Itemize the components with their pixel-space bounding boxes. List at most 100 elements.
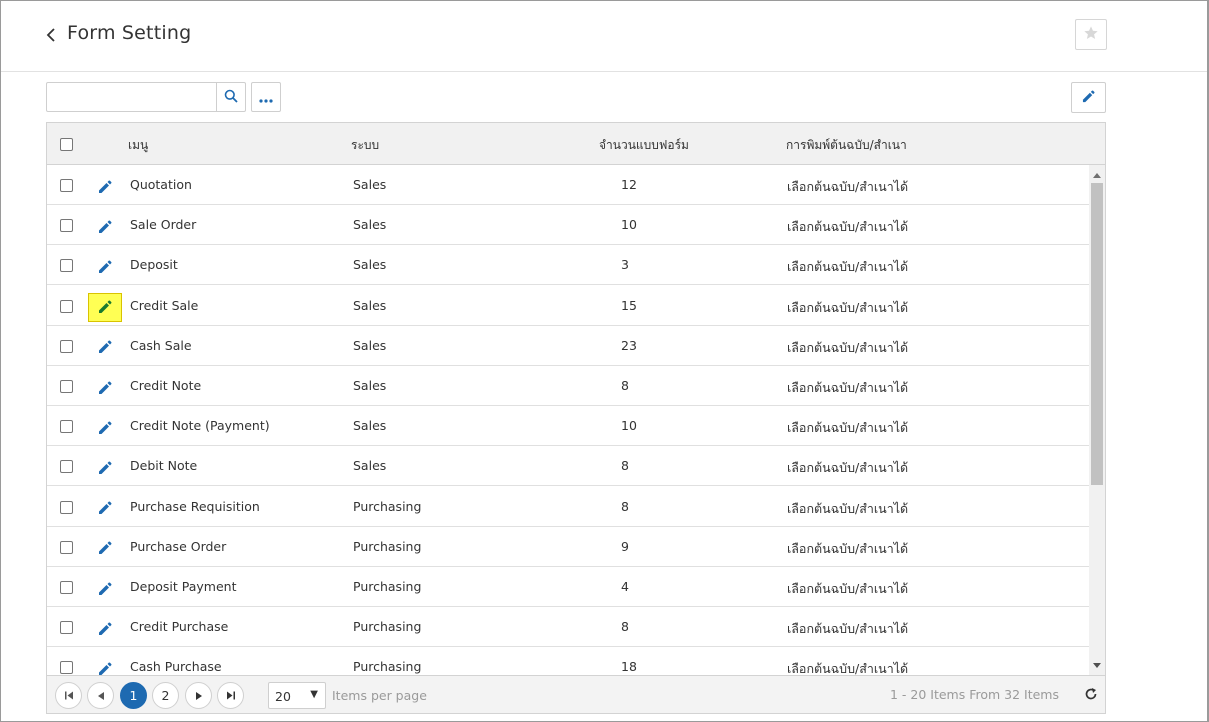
table-row[interactable]: Cash Purchase Purchasing 18 เลือกต้นฉบับ/สำ… [47,647,1089,675]
row-checkbox[interactable] [60,219,73,233]
vertical-scrollbar[interactable] [1089,165,1105,675]
cell-menu: Cash Purchase [130,659,222,675]
favorite-button[interactable] [1075,19,1107,50]
cell-menu: Deposit Payment [130,579,237,594]
row-checkbox[interactable] [60,500,73,514]
cell-system: Sales [353,337,387,353]
table-row[interactable]: Deposit Payment Purchasing 4 เลือกต้นฉบับ/ส… [47,567,1089,607]
scroll-up-arrow-icon[interactable] [1089,169,1105,181]
row-checkbox[interactable] [60,299,73,313]
page-size-select[interactable]: 20 ▼ [268,682,326,709]
row-checkbox[interactable] [60,420,73,434]
cell-system: Sales [353,458,387,474]
cell-menu: Quotation [130,177,192,192]
back-chevron-icon[interactable] [43,23,61,47]
cell-system: Purchasing [353,579,422,594]
form-settings-grid: เมนู ระบบ จำนวนแบบฟอร์ม การพิมพ์ต้นฉบับ/… [46,122,1106,714]
cell-system: Sales [353,378,387,393]
row-edit-pencil-icon[interactable] [88,494,122,523]
column-header-form-count[interactable]: จำนวนแบบฟอร์ม [599,136,689,155]
cell-print-option: เลือกต้นฉบับ/สำเนาได้ [787,540,909,556]
row-edit-pencil-icon[interactable] [88,413,122,442]
table-row[interactable]: Sale Order Sales 10 เลือกต้นฉบับ/สำเนาได้ [47,205,1089,246]
table-row[interactable]: Debit Note Sales 8 เลือกต้นฉบับ/สำเนาได้ [47,446,1089,487]
edit-button[interactable] [1071,82,1106,113]
cell-print-option: เลือกต้นฉบับ/สำเนาได้ [787,500,909,516]
column-header-print[interactable]: การพิมพ์ต้นฉบับ/สำเนา [786,136,907,155]
cell-form-count: 10 [621,418,637,434]
cell-system: Sales [353,217,387,233]
scrollbar-thumb[interactable] [1091,183,1103,485]
cell-print-option: เลือกต้นฉบับ/สำเนาได้ [787,661,909,675]
scroll-down-arrow-icon[interactable] [1089,659,1105,671]
page-2-button[interactable]: 2 [152,682,179,709]
row-checkbox[interactable] [60,581,73,594]
row-edit-pencil-icon[interactable] [88,574,122,603]
row-edit-pencil-icon[interactable] [88,172,122,201]
cell-system: Sales [353,257,387,273]
table-row[interactable]: Credit Purchase Purchasing 8 เลือกต้นฉบับ/ส… [47,607,1089,648]
search-icon [224,88,238,107]
select-all-checkbox[interactable] [60,138,73,151]
cell-system: Sales [353,297,387,313]
pagination-bar: 1 2 20 ▼ Items per page 1 - 20 Items Fro… [47,675,1105,713]
row-edit-pencil-icon[interactable] [88,333,122,362]
first-page-button[interactable] [55,682,82,709]
table-row[interactable]: Credit Sale Sales 15 เลือกต้นฉบับ/สำเนาได้ [47,286,1089,326]
row-checkbox[interactable] [60,380,73,393]
next-page-button[interactable] [185,682,212,709]
row-checkbox[interactable] [60,460,73,474]
row-edit-pencil-icon[interactable] [88,292,122,322]
cell-menu: Sale Order [130,217,197,233]
table-row[interactable]: Deposit Sales 3 เลือกต้นฉบับ/สำเนาได้ [47,245,1089,286]
row-edit-pencil-icon[interactable] [88,212,122,241]
last-page-button[interactable] [217,682,244,709]
row-edit-pencil-icon[interactable] [88,453,122,482]
table-row[interactable]: Purchase Requisition Purchasing 8 เลือกต้นฉ… [47,487,1089,527]
row-checkbox[interactable] [60,621,73,635]
cell-print-option: เลือกต้นฉบับ/สำเนาได้ [787,420,909,436]
previous-page-button[interactable] [87,682,114,709]
row-edit-pencil-icon[interactable] [88,654,122,675]
table-row[interactable]: Purchase Order Purchasing 9 เลือกต้นฉบับ/สำ… [47,527,1089,567]
column-header-system[interactable]: ระบบ [351,136,379,155]
row-checkbox[interactable] [60,259,73,273]
row-checkbox[interactable] [60,339,73,353]
page-title: Form Setting [67,22,192,44]
row-edit-pencil-icon[interactable] [88,534,122,563]
pencil-icon [1082,88,1095,107]
cell-system: Purchasing [353,619,422,635]
more-options-button[interactable] [251,82,281,112]
cell-menu: Deposit [130,257,178,273]
cell-menu: Purchase Requisition [130,498,260,514]
search-box [46,82,246,112]
cell-print-option: เลือกต้นฉบับ/สำเนาได้ [787,581,909,596]
search-button[interactable] [216,83,245,111]
cell-menu: Credit Purchase [130,619,229,635]
cell-menu: Credit Note (Payment) [130,418,270,434]
cell-menu: Purchase Order [130,538,227,554]
items-per-page-label: Items per page [332,688,427,703]
column-header-menu[interactable]: เมนู [128,136,148,155]
row-edit-pencil-icon[interactable] [88,252,122,281]
page-1-button[interactable]: 1 [120,682,147,709]
row-checkbox[interactable] [60,540,73,554]
cell-print-option: เลือกต้นฉบับ/สำเนาได้ [787,621,909,637]
cell-menu: Credit Sale [130,297,199,313]
cell-print-option: เลือกต้นฉบับ/สำเนาได้ [787,259,909,275]
table-row[interactable]: Credit Note Sales 8 เลือกต้นฉบับ/สำเนาได้ [47,366,1089,406]
table-row[interactable]: Cash Sale Sales 23 เลือกต้นฉบับ/สำเนาได้ [47,326,1089,366]
row-checkbox[interactable] [60,179,73,192]
cell-system: Sales [353,177,387,192]
star-icon [1083,25,1099,45]
refresh-icon[interactable] [1083,686,1099,702]
row-edit-pencil-icon[interactable] [88,373,122,402]
search-input[interactable] [47,83,217,111]
table-row[interactable]: Credit Note (Payment) Sales 10 เลือกต้นฉบับ… [47,406,1089,447]
cell-menu: Credit Note [130,378,202,393]
row-edit-pencil-icon[interactable] [88,614,122,643]
table-row[interactable]: Quotation Sales 12 เลือกต้นฉบับ/สำเนาได้ [47,165,1089,205]
cell-form-count: 15 [621,297,637,313]
row-checkbox[interactable] [60,661,73,675]
cell-menu: Cash Sale [130,337,192,353]
